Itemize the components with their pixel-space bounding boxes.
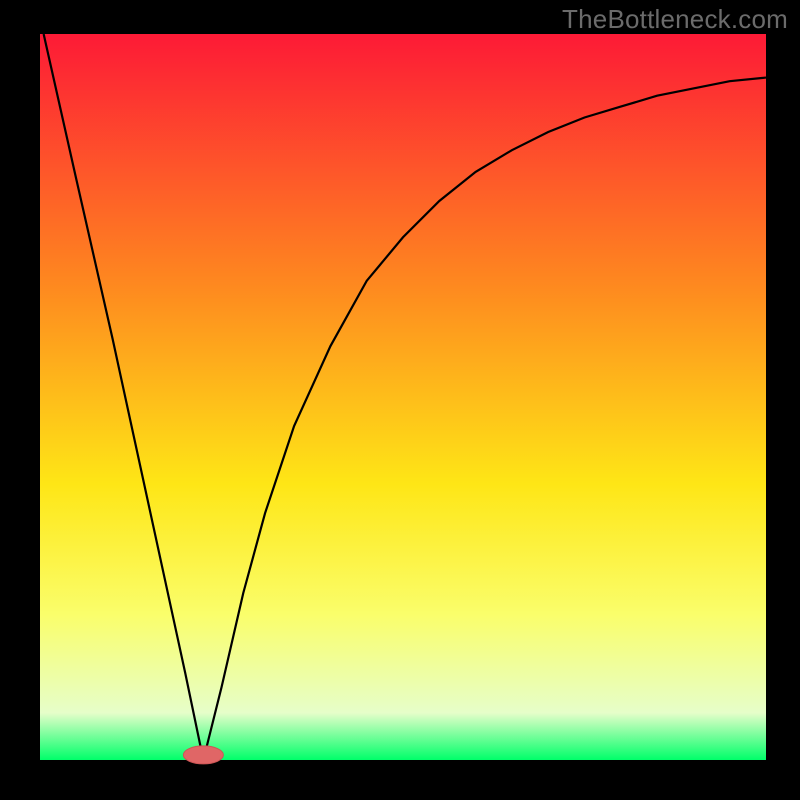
minimum-marker xyxy=(183,746,223,764)
bottleneck-chart xyxy=(0,0,800,800)
plot-background xyxy=(40,34,766,760)
chart-frame: { "watermark": "TheBottleneck.com", "col… xyxy=(0,0,800,800)
